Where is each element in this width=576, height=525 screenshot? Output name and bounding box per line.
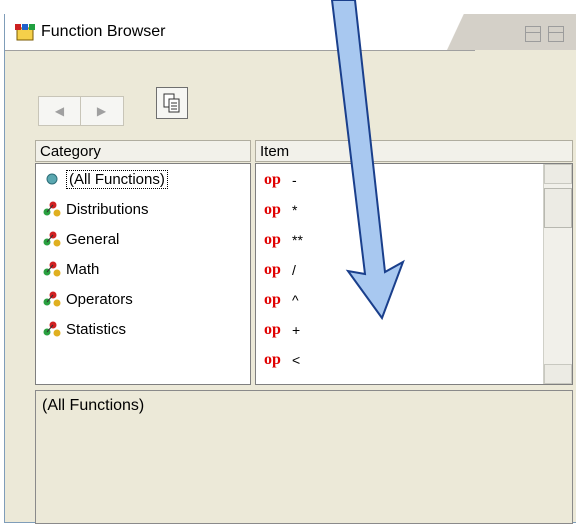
annotation-arrow xyxy=(330,0,405,321)
annotation-arrow-layer xyxy=(330,0,405,321)
